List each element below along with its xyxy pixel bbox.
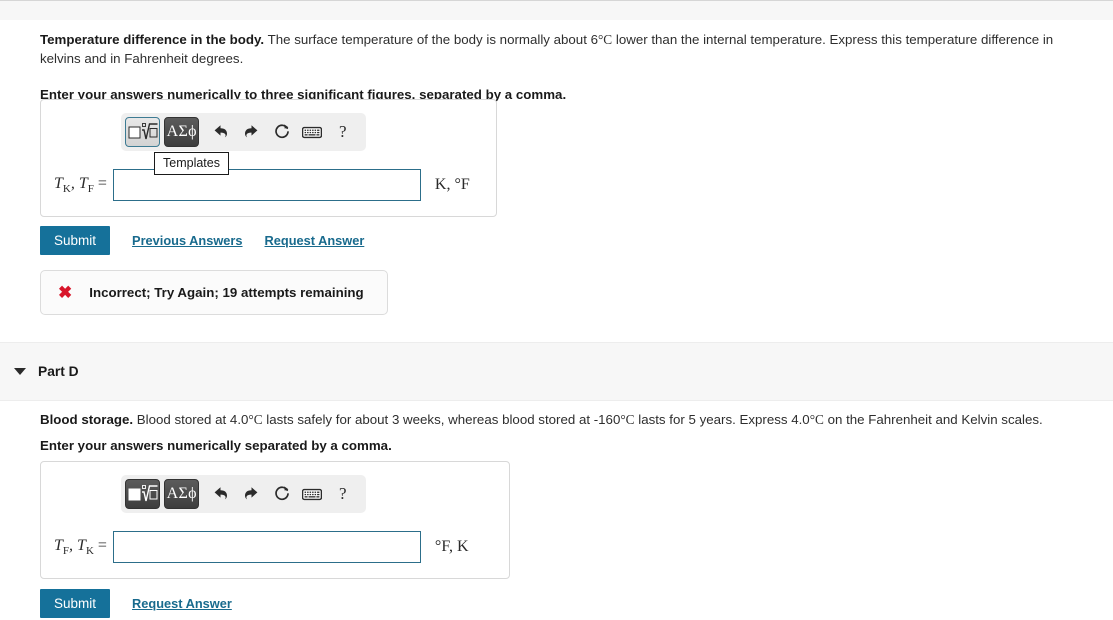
reset-circular-arrow-glyph <box>274 124 289 139</box>
exercise-page: Temperature difference in the body. The … <box>0 0 1113 620</box>
part-c-equals: = <box>97 174 107 192</box>
redo-arrow-glyph <box>244 486 258 499</box>
part-c-body: Temperature difference in the body. The … <box>40 30 1085 104</box>
keyboard-icon[interactable] <box>299 118 326 146</box>
part-c-prompt: Temperature difference in the body. The … <box>40 30 1085 68</box>
help-icon[interactable]: ? <box>329 118 356 146</box>
part-c-sub-2: F <box>87 183 94 196</box>
help-icon[interactable]: ? <box>329 480 356 508</box>
reset-icon[interactable] <box>268 480 295 508</box>
part-d-submit-button[interactable]: Submit <box>40 589 111 618</box>
part-d-sub-1: F <box>62 545 70 558</box>
undo-icon[interactable] <box>207 480 234 508</box>
part-c-previous-answers-link[interactable]: Previous Answers <box>132 233 242 248</box>
part-d-title: Part D <box>38 364 79 379</box>
part-d-prompt-text-1: Blood stored at 4.0 <box>136 412 249 427</box>
templates-button[interactable] <box>125 117 161 147</box>
part-c-degree-1: °C <box>597 32 613 47</box>
part-d-answer-box: ΑΣϕ ? TF, TK = °F, K <box>40 461 510 579</box>
part-d-answer-units: °F, K <box>434 538 469 555</box>
reset-circular-arrow-glyph <box>274 486 289 501</box>
greek-symbols-button[interactable]: ΑΣϕ <box>164 479 200 509</box>
part-c-var-2: T <box>78 174 88 192</box>
reset-icon[interactable] <box>268 118 295 146</box>
part-c-request-answer-link[interactable]: Request Answer <box>265 233 365 248</box>
part-d-prompt: Blood storage. Blood stored at 4.0°C las… <box>40 410 1090 429</box>
part-c-actions: Submit Previous Answers Request Answer <box>40 226 364 255</box>
part-c-math-toolbar: ΑΣϕ ? <box>121 113 366 151</box>
undo-icon[interactable] <box>207 118 234 146</box>
part-c-answer-label: TK, TF = <box>54 174 107 196</box>
part-d-answer-row: TF, TK = °F, K <box>54 531 469 563</box>
part-d-var-1: T <box>54 536 63 554</box>
part-c-submit-button[interactable]: Submit <box>40 226 111 255</box>
radical-template-icon <box>128 123 158 140</box>
keyboard-glyph <box>302 488 323 500</box>
part-d-body: Blood storage. Blood stored at 4.0°C las… <box>40 410 1090 455</box>
part-d-var-2: T <box>77 536 86 554</box>
templates-tooltip: Templates <box>154 152 229 175</box>
part-c-answer-box: ΑΣϕ ? Templates TK, TF = K, °F <box>40 99 497 217</box>
part-d-degree-1: °C <box>248 412 263 427</box>
part-d-math-toolbar: ΑΣϕ ? <box>121 475 366 513</box>
incorrect-x-icon: ✖ <box>58 283 73 302</box>
part-d-prompt-text-2: lasts safely for about 3 weeks, whereas … <box>262 412 621 427</box>
part-d-prompt-title: Blood storage. <box>40 412 134 427</box>
top-divider-strip <box>0 0 1113 21</box>
undo-arrow-glyph <box>214 486 228 499</box>
greek-symbols-label: ΑΣϕ <box>166 485 197 502</box>
templates-button[interactable] <box>125 479 161 509</box>
part-d-prompt-text-4: on the Fahrenheit and Kelvin scales. <box>823 412 1043 427</box>
part-d-request-answer-link[interactable]: Request Answer <box>132 596 232 611</box>
greek-symbols-button[interactable]: ΑΣϕ <box>164 117 200 147</box>
part-c-answer-units: K, °F <box>434 176 470 193</box>
part-d-answer-label: TF, TK = <box>54 536 107 558</box>
chevron-down-icon[interactable] <box>14 368 26 375</box>
redo-arrow-glyph <box>244 124 258 137</box>
greek-symbols-label: ΑΣϕ <box>166 123 197 140</box>
part-c-feedback-banner: ✖ Incorrect; Try Again; 19 attempts rema… <box>40 270 388 315</box>
part-c-prompt-title: Temperature difference in the body. <box>40 32 265 47</box>
part-c-prompt-text-1: The surface temperature of the body is n… <box>267 32 598 47</box>
undo-arrow-glyph <box>214 124 228 137</box>
part-d-actions: Submit Request Answer <box>40 589 232 618</box>
part-d-equals: = <box>97 536 107 554</box>
part-d-degree-2: °C <box>620 412 635 427</box>
part-d-instruction: Enter your answers numerically separated… <box>40 438 392 453</box>
part-c-var-1: T <box>54 174 63 192</box>
part-d-header[interactable]: Part D <box>0 342 1113 401</box>
keyboard-glyph <box>302 126 323 138</box>
part-c-answer-row: TK, TF = K, °F <box>54 169 470 201</box>
part-d-sub-2: K <box>85 545 94 558</box>
part-c-feedback-message: Incorrect; Try Again; 19 attempts remain… <box>89 285 364 300</box>
part-c-sub-1: K <box>62 183 71 196</box>
part-d-prompt-text-3: lasts for 5 years. Express 4.0 <box>634 412 810 427</box>
keyboard-icon[interactable] <box>299 480 326 508</box>
part-d-answer-input[interactable] <box>112 531 421 563</box>
redo-icon[interactable] <box>238 480 265 508</box>
part-d-degree-3: °C <box>809 412 824 427</box>
radical-template-icon <box>128 485 158 502</box>
redo-icon[interactable] <box>238 118 265 146</box>
